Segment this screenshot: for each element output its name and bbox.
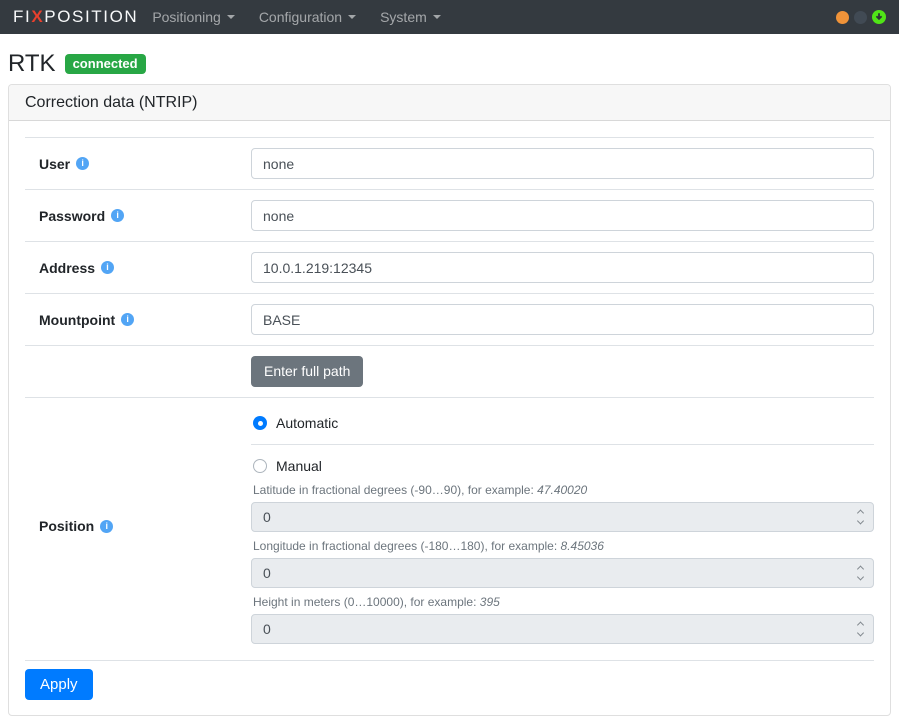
brand-text-prefix: FI	[13, 7, 31, 27]
form-row-user: User i	[25, 137, 874, 189]
page-title-row: RTK connected	[8, 50, 891, 78]
nav-item-label: System	[380, 9, 427, 25]
card-header: Correction data (NTRIP)	[9, 85, 890, 121]
longitude-example: 8.45036	[561, 539, 604, 553]
card-body: User i Password i Addr	[9, 121, 890, 715]
user-label-group: User i	[25, 148, 251, 179]
latitude-input[interactable]	[251, 502, 874, 532]
ntrip-card: Correction data (NTRIP) User i Password …	[8, 84, 891, 716]
number-stepper-icon	[858, 511, 863, 524]
mountpoint-input[interactable]	[251, 304, 874, 335]
latitude-example: 47.40020	[537, 483, 587, 497]
form-row-password: Password i	[25, 189, 874, 241]
position-label-group: Position i	[25, 408, 251, 644]
chevron-down-icon	[433, 15, 441, 19]
user-label: User	[39, 156, 70, 172]
radio-automatic[interactable]	[253, 416, 267, 430]
radio-manual[interactable]	[253, 459, 267, 473]
form-row-position: Position i Automatic Manual Latitude in …	[25, 397, 874, 654]
longitude-hint: Longitude in fractional degrees (-180…18…	[253, 539, 874, 553]
position-automatic-option: Automatic	[251, 408, 874, 445]
status-badge: connected	[65, 54, 146, 74]
status-orange-icon	[836, 11, 849, 24]
brand-logo[interactable]: FIXPOSITION	[13, 7, 138, 27]
height-hint: Height in meters (0…10000), for example:…	[253, 595, 874, 609]
nav-item-system[interactable]: System	[380, 9, 441, 25]
page-title: RTK	[8, 50, 56, 78]
nav-item-label: Configuration	[259, 9, 342, 25]
navbar: FIXPOSITION Positioning Configuration Sy…	[0, 0, 899, 34]
main-content: RTK connected Correction data (NTRIP) Us…	[0, 34, 899, 716]
number-stepper-icon	[858, 567, 863, 580]
radio-automatic-label[interactable]: Automatic	[276, 415, 338, 431]
chevron-down-icon	[348, 15, 356, 19]
nav-menu: Positioning Configuration System	[152, 9, 464, 25]
number-stepper-icon	[858, 623, 863, 636]
height-input[interactable]	[251, 614, 874, 644]
password-label: Password	[39, 208, 105, 224]
chevron-down-icon	[227, 15, 235, 19]
status-indicators	[836, 10, 886, 24]
form-row-full-path: Enter full path	[25, 345, 874, 397]
nav-item-label: Positioning	[152, 9, 221, 25]
brand-text-suffix: POSITION	[44, 7, 138, 27]
enter-full-path-button[interactable]: Enter full path	[251, 356, 363, 387]
radio-manual-label[interactable]: Manual	[276, 458, 322, 474]
address-label: Address	[39, 260, 95, 276]
user-input[interactable]	[251, 148, 874, 179]
password-label-group: Password i	[25, 200, 251, 231]
latitude-hint: Latitude in fractional degrees (-90…90),…	[253, 483, 874, 497]
mountpoint-label-group: Mountpoint i	[25, 304, 251, 335]
update-download-icon[interactable]	[872, 10, 886, 24]
apply-button[interactable]: Apply	[25, 669, 93, 700]
info-icon[interactable]: i	[111, 209, 124, 222]
position-label: Position	[39, 518, 94, 534]
info-icon[interactable]: i	[76, 157, 89, 170]
info-icon[interactable]: i	[100, 520, 113, 533]
position-manual-option: Manual	[251, 445, 874, 476]
nav-item-positioning[interactable]: Positioning	[152, 9, 235, 25]
longitude-input[interactable]	[251, 558, 874, 588]
password-input[interactable]	[251, 200, 874, 231]
height-example: 395	[480, 595, 500, 609]
nav-item-configuration[interactable]: Configuration	[259, 9, 356, 25]
status-gray-icon	[854, 11, 867, 24]
address-label-group: Address i	[25, 252, 251, 283]
apply-row: Apply	[25, 660, 874, 709]
info-icon[interactable]: i	[101, 261, 114, 274]
address-input[interactable]	[251, 252, 874, 283]
form-row-address: Address i	[25, 241, 874, 293]
info-icon[interactable]: i	[121, 313, 134, 326]
brand-x-glyph: X	[31, 7, 44, 27]
mountpoint-label: Mountpoint	[39, 312, 115, 328]
form-row-mountpoint: Mountpoint i	[25, 293, 874, 345]
